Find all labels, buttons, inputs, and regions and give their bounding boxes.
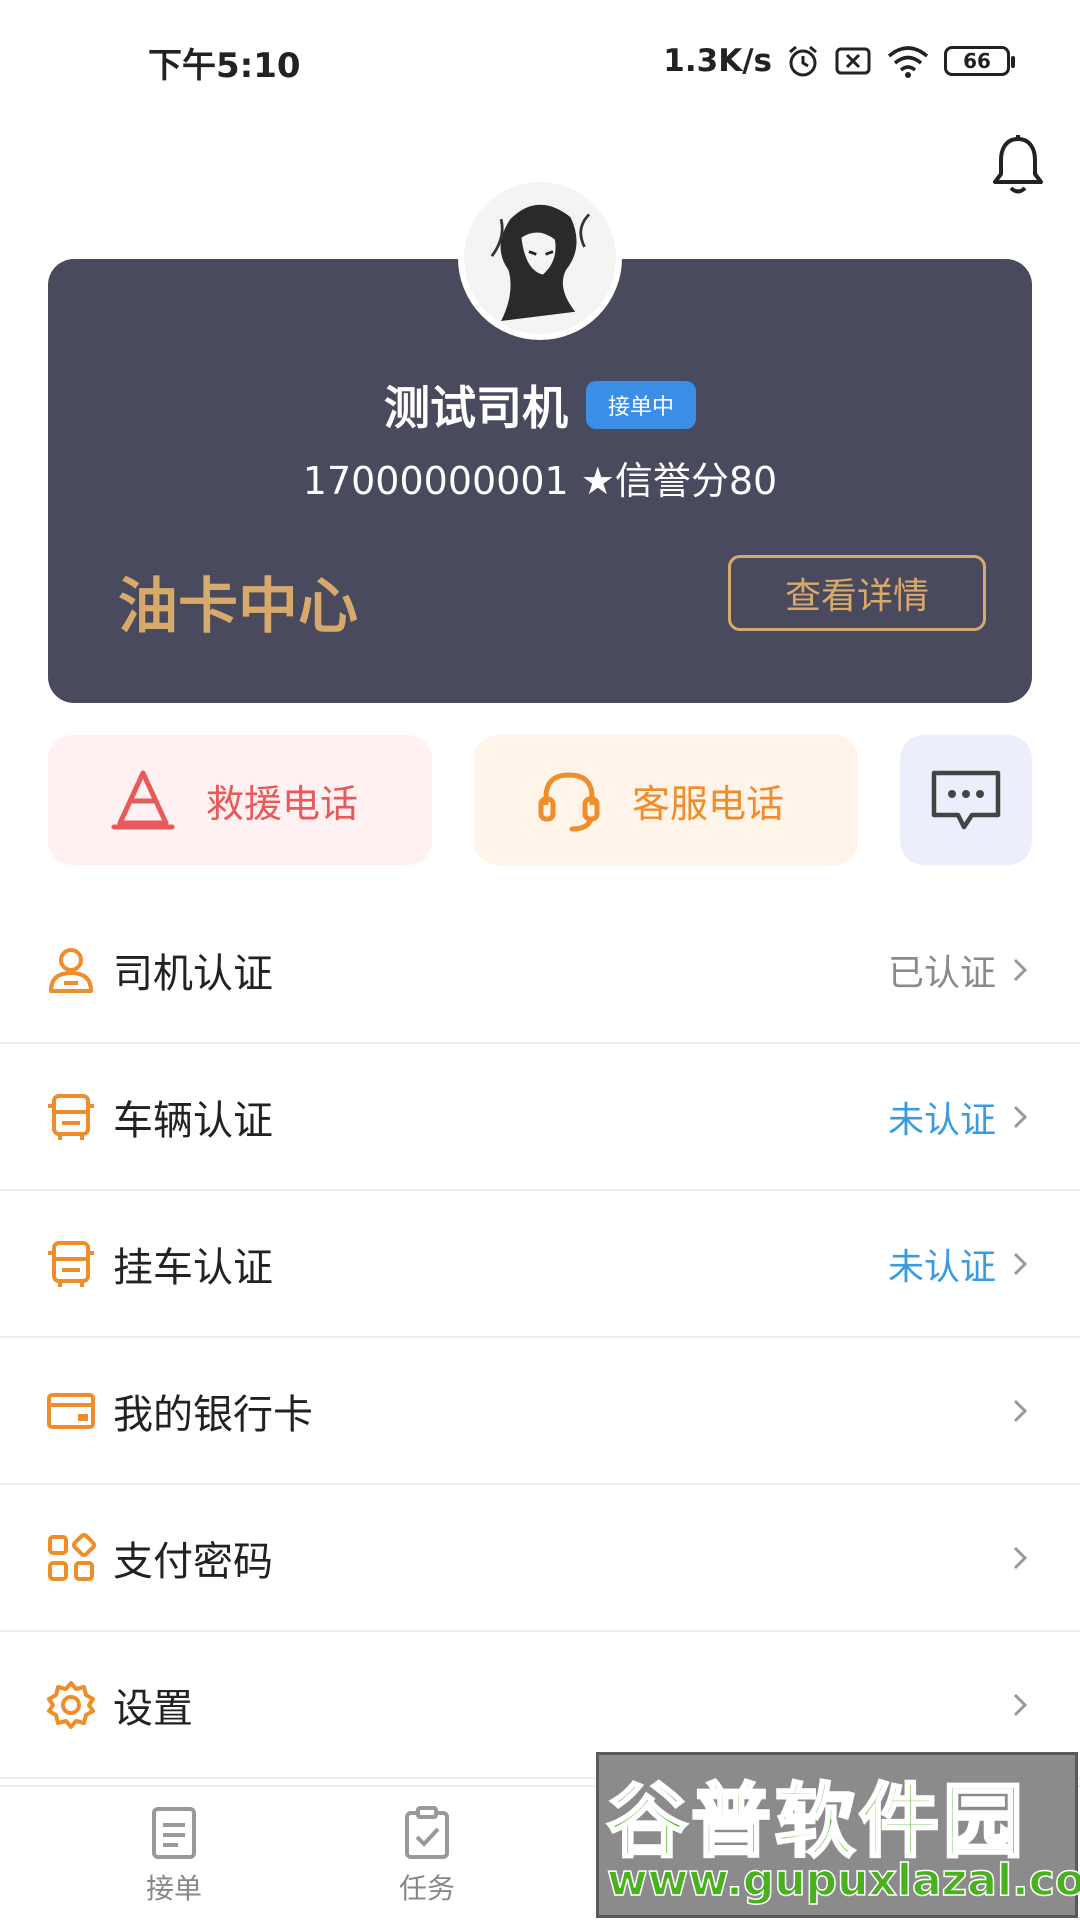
menu-item-driver-auth[interactable]: 司机认证 已认证 <box>0 897 1080 1044</box>
trailer-icon <box>48 1240 94 1287</box>
alarm-icon <box>789 45 817 77</box>
clipboard-check-icon <box>405 1806 449 1859</box>
chevron-right-icon <box>1013 1252 1028 1275</box>
chevron-right-icon <box>1013 1546 1028 1569</box>
menu-list: 司机认证 已认证 车辆认证 未认证 挂车认证 未认证 我的银行卡 支付密码 设置 <box>0 897 1080 1779</box>
menu-item-bank-card[interactable]: 我的银行卡 <box>0 1338 1080 1485</box>
truck-icon <box>48 1093 94 1140</box>
profile-page: { "status_bar": { "time": "下午5:10", "net… <box>0 0 1080 1920</box>
status-bar: 下午5:10 1.3K/s 66 <box>0 0 1080 120</box>
traffic-cone-icon <box>111 770 175 830</box>
menu-item-label: 支付密码 <box>113 1538 273 1585</box>
bank-card-icon <box>47 1392 95 1429</box>
bell-icon[interactable] <box>990 134 1046 196</box>
menu-item-label: 车辆认证 <box>113 1097 273 1144</box>
tab-orders[interactable]: 接单 <box>104 1805 244 1907</box>
watermark-url: www.gupuxlazal.com <box>606 1854 1080 1907</box>
menu-item-label: 设置 <box>113 1685 193 1732</box>
status-time: 下午5:10 <box>148 46 301 86</box>
avatar[interactable] <box>458 176 622 340</box>
grid-icon <box>48 1532 96 1581</box>
menu-item-vehicle-auth[interactable]: 车辆认证 未认证 <box>0 1044 1080 1191</box>
customer-service-button[interactable]: 客服电话 <box>474 735 858 865</box>
wifi-icon <box>887 46 929 78</box>
chevron-right-icon <box>1013 1399 1028 1422</box>
person-icon <box>49 947 93 993</box>
customer-service-label: 客服电话 <box>632 781 785 826</box>
tab-label: 接单 <box>145 1872 202 1905</box>
auth-status: 已认证 <box>887 952 996 994</box>
chevron-right-icon <box>1013 1105 1028 1128</box>
tab-label: 任务 <box>398 1872 455 1905</box>
auth-status: 未认证 <box>887 1099 996 1141</box>
message-button[interactable] <box>900 735 1032 865</box>
driver-name: 测试司机 <box>383 381 568 435</box>
avatar-image <box>464 182 616 334</box>
menu-item-label: 我的银行卡 <box>113 1391 313 1438</box>
battery-level: 66 <box>963 49 991 73</box>
rescue-call-label: 救援电话 <box>206 781 359 826</box>
headset-icon <box>538 772 600 832</box>
status-badge: 接单中 <box>585 381 696 429</box>
sim-off-icon <box>835 47 871 75</box>
menu-item-label: 挂车认证 <box>113 1244 273 1291</box>
document-icon <box>152 1807 196 1859</box>
tab-tasks[interactable]: 任务 <box>357 1805 497 1907</box>
chevron-right-icon <box>1013 1693 1028 1716</box>
chat-bubble-icon <box>931 770 1001 830</box>
auth-status: 未认证 <box>887 1246 996 1288</box>
menu-item-trailer-auth[interactable]: 挂车认证 未认证 <box>0 1191 1080 1338</box>
battery-icon: 66 <box>944 46 1015 76</box>
menu-item-label: 司机认证 <box>113 950 273 997</box>
watermark-logo: 谷普软件园 www.gupuxlazal.com <box>596 1752 1080 1918</box>
menu-item-pay-password[interactable]: 支付密码 <box>0 1485 1080 1632</box>
oil-card-title: 油卡中心 <box>118 572 358 642</box>
rescue-call-button[interactable]: 救援电话 <box>48 735 432 865</box>
status-icons: 1.3K/s 66 <box>663 38 1015 84</box>
chevron-right-icon <box>1013 958 1028 981</box>
phone-credit-info: 17000000001 ★信誉分80 <box>302 459 778 503</box>
name-row: 测试司机 接单中 <box>0 372 1080 438</box>
network-speed: 1.3K/s <box>663 43 772 79</box>
gear-icon <box>47 1680 95 1729</box>
view-details-button[interactable]: 查看详情 <box>728 555 986 631</box>
